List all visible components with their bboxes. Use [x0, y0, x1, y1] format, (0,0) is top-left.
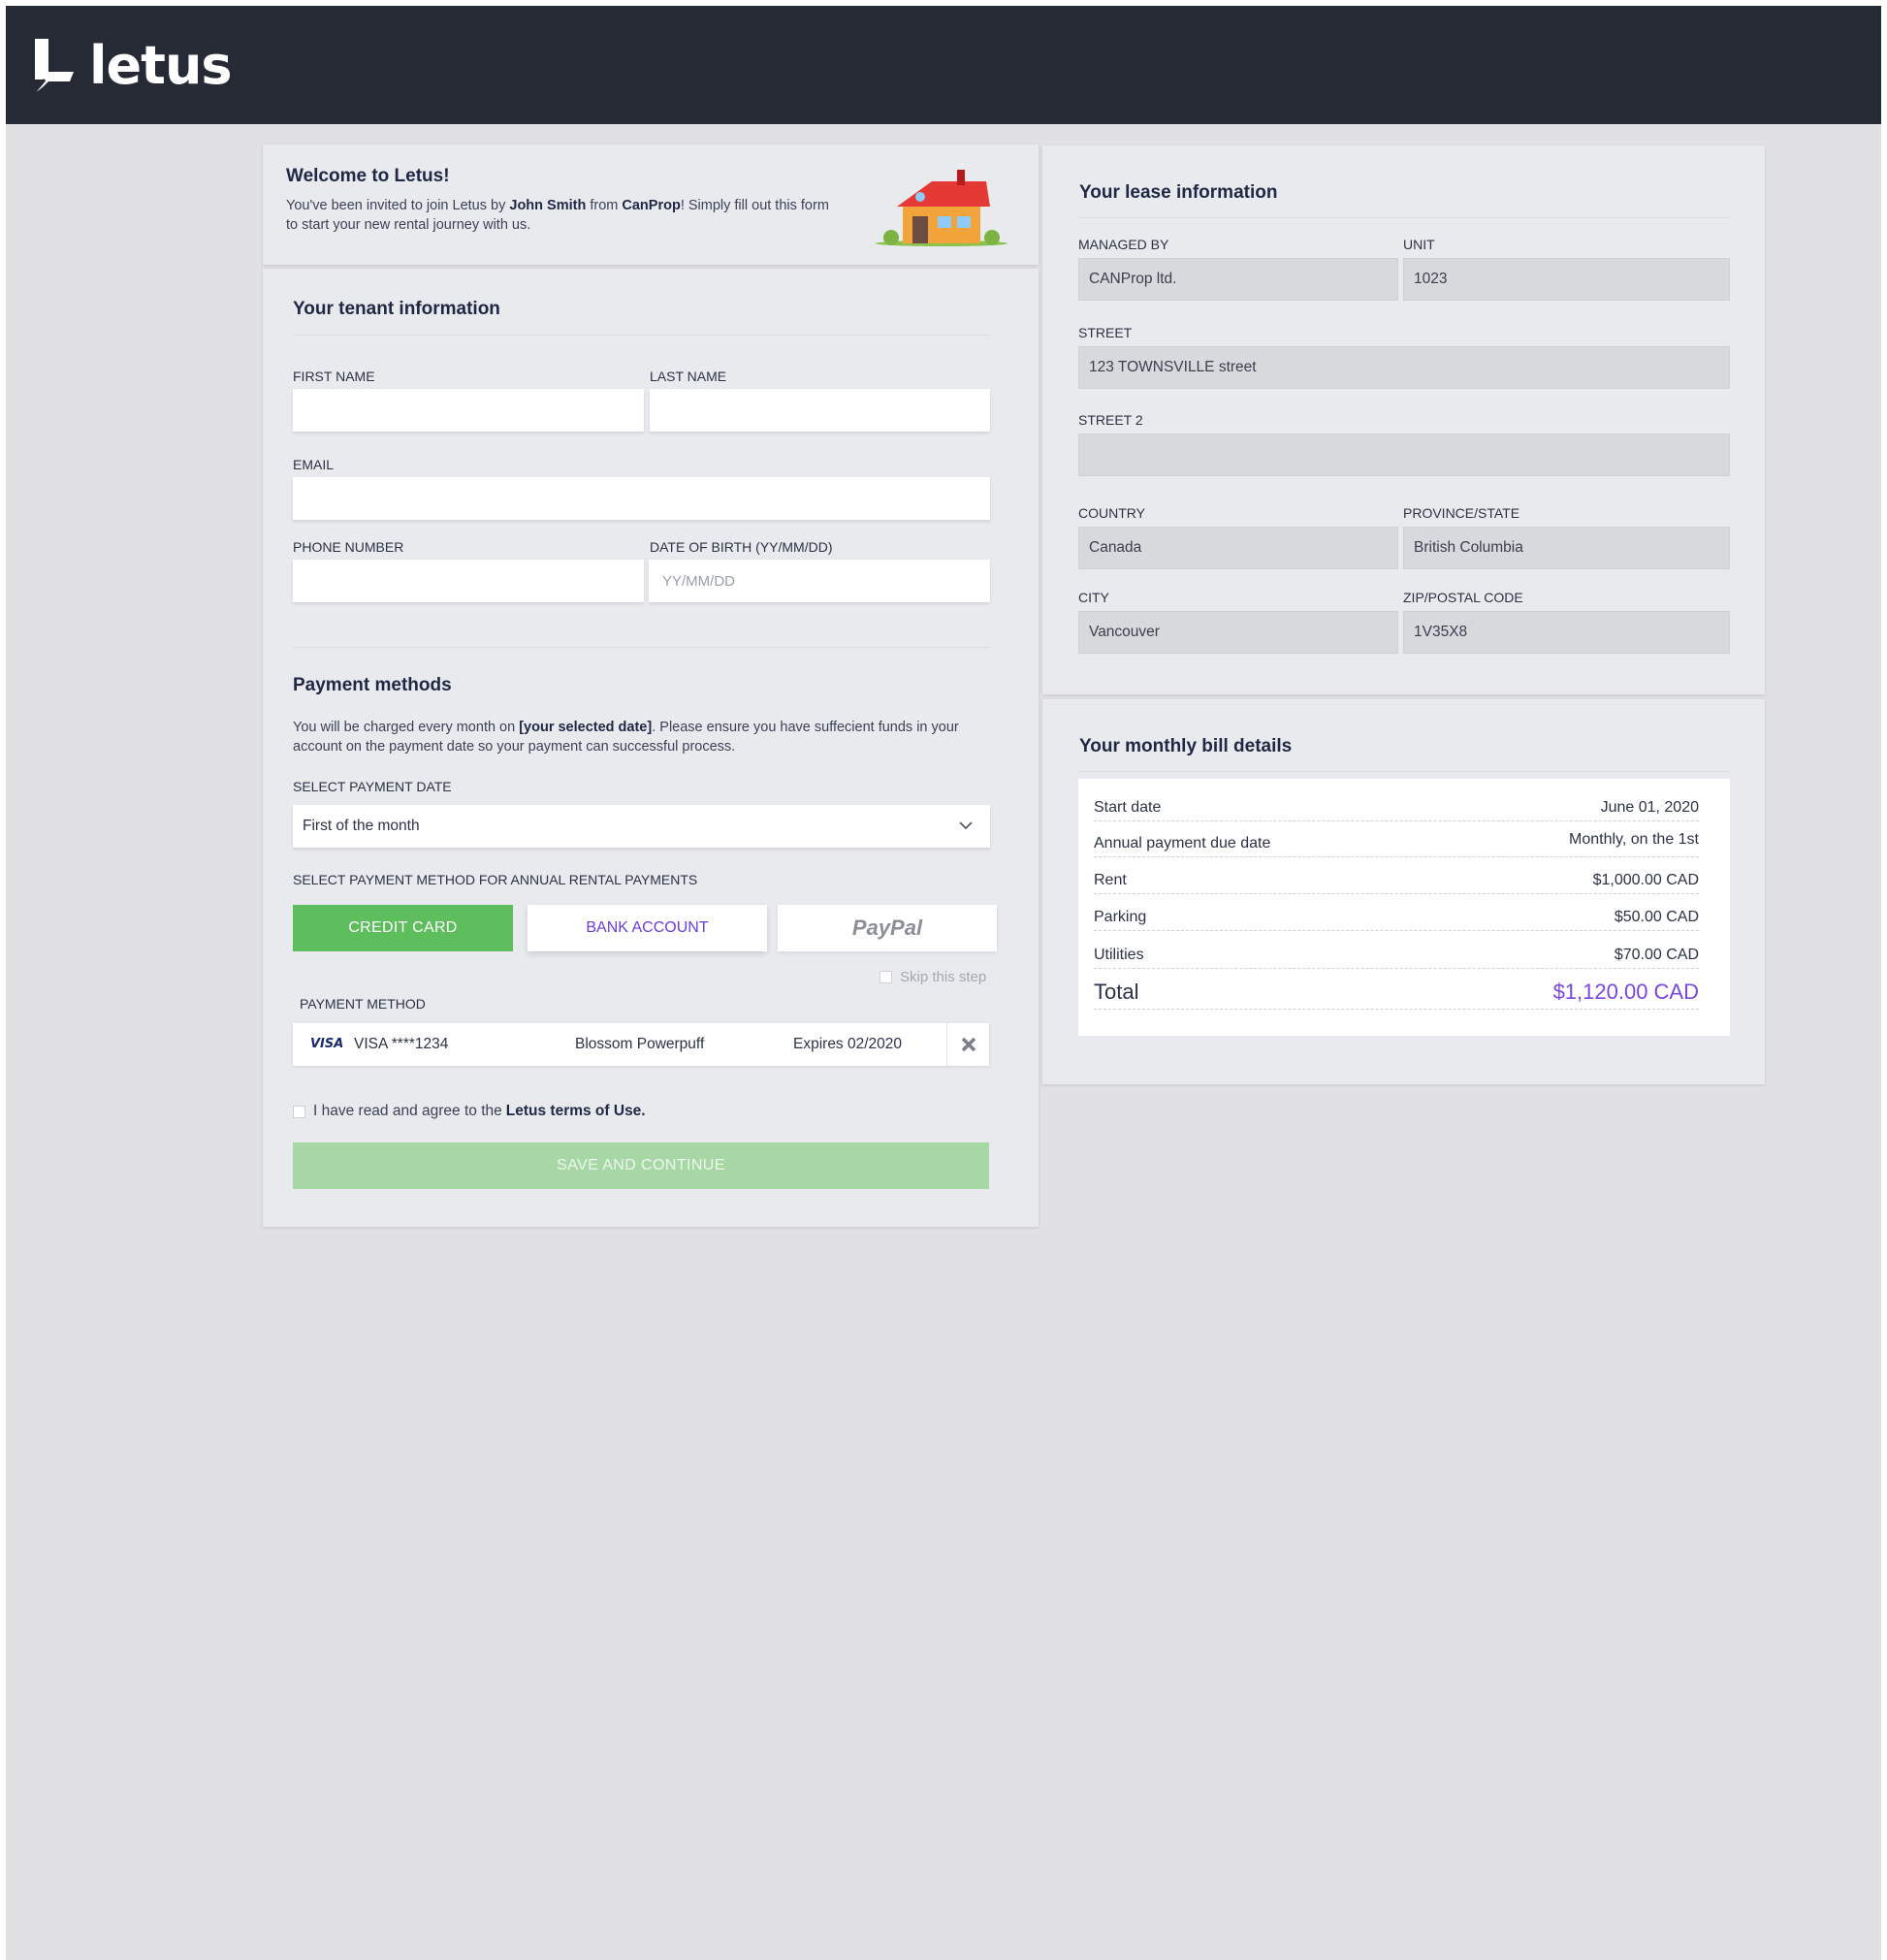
bank-account-button[interactable]: BANK ACCOUNT — [528, 905, 767, 951]
lease-info-title: Your lease information — [1079, 182, 1278, 203]
lease-card: Your lease information MANAGED BY UNIT C… — [1042, 145, 1765, 694]
total-label: Total — [1094, 980, 1139, 1004]
dob-label: DATE OF BIRTH (YY/MM/DD) — [650, 539, 833, 555]
street-label: STREET — [1078, 325, 1133, 340]
bill-row-label: Rent — [1094, 872, 1127, 888]
last-name-input[interactable] — [650, 389, 990, 432]
zip-field: 1V35X8 — [1403, 611, 1730, 654]
credit-card-button[interactable]: CREDIT CARD — [293, 905, 513, 951]
divider — [293, 647, 990, 648]
divider — [1078, 217, 1730, 218]
bill-details-title: Your monthly bill details — [1079, 736, 1293, 756]
logo-text: letus — [89, 35, 233, 96]
zip-label: ZIP/POSTAL CODE — [1403, 590, 1523, 605]
paypal-button[interactable]: PayPal — [778, 905, 997, 951]
logo[interactable]: letus — [31, 35, 233, 96]
terms-agreement: I have read and agree to the Letus terms… — [293, 1103, 646, 1120]
company-name: CanProp — [622, 198, 681, 213]
close-icon — [961, 1037, 976, 1052]
bill-row-label: Start date — [1094, 799, 1162, 816]
skip-checkbox[interactable] — [880, 971, 892, 983]
terms-checkbox[interactable] — [293, 1105, 305, 1118]
chevron-down-icon — [959, 821, 973, 830]
unit-label: UNIT — [1403, 237, 1435, 252]
card-holder: Blossom Powerpuff — [575, 1036, 705, 1052]
payment-date-value: First of the month — [303, 818, 420, 834]
bill-row: Utilities $70.00 CAD — [1094, 931, 1699, 969]
bill-row-label: Annual payment due date — [1094, 835, 1271, 851]
province-field: British Columbia — [1403, 527, 1730, 569]
email-input[interactable] — [293, 477, 990, 520]
top-bar: letus — [6, 6, 1881, 124]
payment-info-text: You will be charged every month on [your… — [293, 720, 959, 755]
bill-row-value: $50.00 CAD — [1614, 909, 1699, 925]
skip-step[interactable]: Skip this step — [880, 969, 986, 985]
unit-field: 1023 — [1403, 258, 1730, 301]
country-field: Canada — [1078, 527, 1398, 569]
street2-field — [1078, 434, 1730, 476]
page-frame: letus Welcome to Letus! You've been invi… — [6, 6, 1881, 1960]
phone-input[interactable] — [293, 560, 644, 602]
divider — [293, 335, 990, 336]
last-name-label: LAST NAME — [650, 369, 727, 384]
bill-row-value: Monthly, on the 1st — [1569, 831, 1699, 848]
terms-link[interactable]: Letus terms of Use. — [506, 1103, 646, 1120]
bill-card: Your monthly bill details Start date Jun… — [1042, 699, 1765, 1084]
bill-table: Start date June 01, 2020 Annual payment … — [1078, 779, 1730, 1036]
bill-row: Parking $50.00 CAD — [1094, 894, 1699, 931]
street2-label: STREET 2 — [1078, 412, 1143, 428]
bill-row-label: Utilities — [1094, 947, 1144, 963]
bill-total-row: Total $1,120.00 CAD — [1094, 969, 1699, 1010]
dob-input[interactable] — [649, 560, 990, 602]
card-expiry: Expires 02/2020 — [793, 1036, 903, 1052]
payment-methods-title: Payment methods — [293, 675, 452, 695]
city-label: CITY — [1078, 590, 1109, 605]
welcome-card: Welcome to Letus! You've been invited to… — [263, 145, 1039, 265]
card-number: VISA ****1234 — [354, 1036, 449, 1052]
payment-method-label: PAYMENT METHOD — [300, 996, 426, 1012]
managed-by-label: MANAGED BY — [1078, 237, 1169, 252]
skip-label: Skip this step — [900, 969, 987, 985]
payment-date-label: SELECT PAYMENT DATE — [293, 779, 452, 794]
tenant-card: Your tenant information FIRST NAME LAST … — [263, 269, 1039, 1227]
payment-method-row: VISA VISA ****1234 Blossom Powerpuff Exp… — [293, 1023, 989, 1066]
bill-row: Start date June 01, 2020 — [1094, 779, 1699, 821]
bill-row: Rent $1,000.00 CAD — [1094, 857, 1699, 894]
email-label: EMAIL — [293, 457, 335, 472]
house-illustration-icon — [876, 162, 1007, 246]
bill-row: Annual payment due date Monthly, on the … — [1094, 821, 1699, 857]
bill-row-label: Parking — [1094, 909, 1147, 925]
remove-method-button[interactable] — [946, 1023, 989, 1066]
bill-row-value: $70.00 CAD — [1614, 947, 1699, 963]
tenant-info-title: Your tenant information — [293, 299, 500, 319]
total-value: $1,120.00 CAD — [1552, 980, 1699, 1004]
managed-by-field: CANProp ltd. — [1078, 258, 1398, 301]
first-name-label: FIRST NAME — [293, 369, 375, 384]
welcome-text: You've been invited to join Letus by Joh… — [286, 198, 829, 233]
first-name-input[interactable] — [293, 389, 644, 432]
street-field: 123 TOWNSVILLE street — [1078, 346, 1730, 389]
phone-label: PHONE NUMBER — [293, 539, 404, 555]
payment-date-select[interactable]: First of the month — [293, 805, 990, 848]
bill-row-value: June 01, 2020 — [1600, 799, 1699, 816]
visa-logo-icon: VISA — [310, 1037, 344, 1051]
province-label: PROVINCE/STATE — [1403, 505, 1520, 521]
inviter-name: John Smith — [509, 198, 587, 213]
save-continue-button[interactable]: SAVE AND CONTINUE — [293, 1142, 989, 1189]
welcome-title: Welcome to Letus! — [286, 166, 450, 186]
city-field: Vancouver — [1078, 611, 1398, 654]
divider — [1078, 771, 1730, 772]
bill-row-value: $1,000.00 CAD — [1592, 872, 1699, 888]
country-label: COUNTRY — [1078, 505, 1145, 521]
terms-text: I have read and agree to the — [313, 1103, 502, 1119]
letus-logo-icon — [31, 39, 74, 93]
payment-method-select-label: SELECT PAYMENT METHOD FOR ANNUAL RENTAL … — [293, 872, 698, 887]
